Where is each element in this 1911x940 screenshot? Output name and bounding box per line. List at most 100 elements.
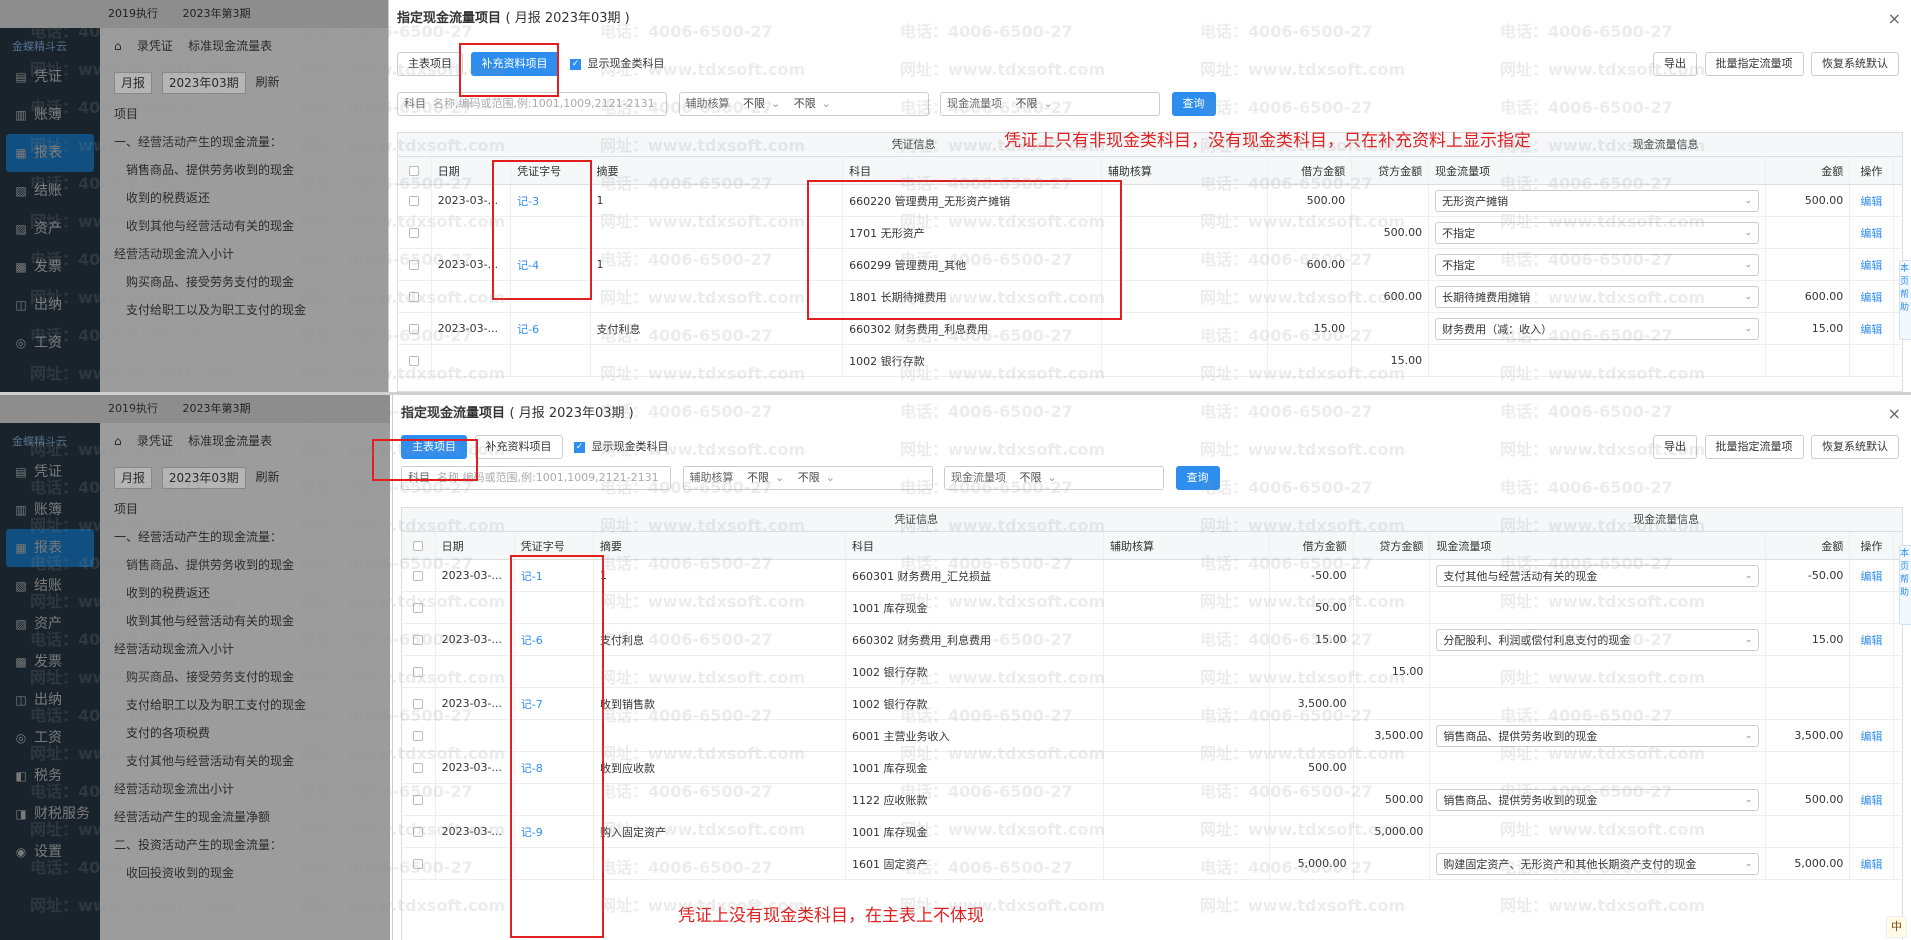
select-all-checkbox[interactable] xyxy=(413,540,424,551)
cell-debit: 600.00 xyxy=(1268,249,1353,280)
cell-vno xyxy=(511,345,591,376)
edit-link[interactable]: 编辑 xyxy=(1860,225,1882,241)
header-chk[interactable] xyxy=(402,532,436,559)
edit-link[interactable]: 编辑 xyxy=(1860,289,1882,305)
row-checkbox[interactable] xyxy=(413,698,424,709)
tab-main-items[interactable]: 主表项目 xyxy=(397,52,463,76)
row-checkbox[interactable] xyxy=(409,291,420,302)
cash-item-select[interactable]: 长期待摊费用摊销 ⌄ xyxy=(1435,285,1760,308)
cell-date: 2023-03-... xyxy=(436,560,515,591)
row-checkbox[interactable] xyxy=(409,195,420,206)
cash-item-select[interactable]: 财务费用（减：收入） ⌄ xyxy=(1435,317,1760,340)
cell-summary-text: 收到销售款 xyxy=(600,697,655,711)
bg-sidebar-label: 工资 xyxy=(34,730,62,746)
cash-item-filter[interactable]: 现金流量项 不限 ⌄ xyxy=(944,466,1164,490)
cash-item-filter[interactable]: 现金流量项 不限 ⌄ xyxy=(940,92,1160,116)
bg-report-row: 销售商品、提供劳务收到的现金 xyxy=(126,163,295,177)
restore-default-button[interactable]: 恢复系统默认 xyxy=(1811,435,1899,459)
cash-item-select[interactable]: 不指定 ⌄ xyxy=(1435,221,1760,244)
voucher-link[interactable]: 记-3 xyxy=(517,193,539,209)
batch-assign-button[interactable]: 批量指定流量项 xyxy=(1704,52,1804,76)
cell-subject: 660220 管理费用_无形资产摊销 xyxy=(843,185,1102,216)
edit-link[interactable]: 编辑 xyxy=(1860,792,1882,808)
voucher-link[interactable]: 记-6 xyxy=(517,321,539,337)
row-checkbox[interactable] xyxy=(413,794,424,805)
header-chk[interactable] xyxy=(398,157,432,184)
edit-link[interactable]: 编辑 xyxy=(1860,257,1882,273)
tab-supplement-items[interactable]: 补充资料项目 xyxy=(470,52,559,76)
edit-link[interactable]: 编辑 xyxy=(1860,728,1882,744)
help-side-tab[interactable]: 本页帮助 xyxy=(1899,260,1911,340)
cell-op: 编辑 xyxy=(1850,217,1894,248)
help-side-tab[interactable]: 本页帮助 xyxy=(1899,545,1911,625)
cash-item-select[interactable]: 销售商品、提供劳务收到的现金 ⌄ xyxy=(1436,788,1760,811)
cell-date xyxy=(432,281,512,312)
background-app: 金蝶精斗云 ▤ 凭证 ▥ 账簿 ▦ 报表 ▧ 结账 ▨ 资产 ▩ 发票 ◫ 出纳 ◎ 工资 ◧ 税务 ◨ 财税服务 ◉ 设… xyxy=(0,395,390,940)
cell-debit: 500.00 xyxy=(1270,752,1354,783)
cell-credit xyxy=(1354,688,1431,719)
voucher-link[interactable]: 记-7 xyxy=(521,696,543,712)
query-button[interactable]: 查询 xyxy=(1175,466,1220,490)
bg-sidebar-label: 税务 xyxy=(34,768,62,784)
cash-item-select[interactable]: 不指定 ⌄ xyxy=(1435,253,1760,276)
subject-filter[interactable]: 科目 名称,编码或范围,例:1001,1009,2121-2131 xyxy=(397,92,667,116)
chevron-down-icon: ⌄ xyxy=(775,471,785,484)
aux-filter[interactable]: 辅助核算 不限 ⌄ 不限 ⌄ xyxy=(678,92,929,116)
bg-sidebar-item: ◉ 设置 xyxy=(0,833,100,871)
edit-link[interactable]: 编辑 xyxy=(1860,568,1882,584)
menu-icon: ▩ xyxy=(15,655,27,669)
cash-item-select[interactable]: 购建固定资产、无形资产和其他长期资产支付的现金 ⌄ xyxy=(1436,852,1760,875)
cash-item-select[interactable]: 无形资产摊销 ⌄ xyxy=(1435,189,1760,212)
cash-item-select[interactable]: 支付其他与经营活动有关的现金 ⌄ xyxy=(1436,564,1760,587)
select-all-checkbox[interactable] xyxy=(409,165,420,176)
voucher-link[interactable]: 记-4 xyxy=(517,257,539,273)
batch-assign-button[interactable]: 批量指定流量项 xyxy=(1704,435,1804,459)
edit-link[interactable]: 编辑 xyxy=(1860,193,1882,209)
row-checkbox[interactable] xyxy=(413,634,424,645)
row-checkbox[interactable] xyxy=(413,602,424,613)
tab-main-items[interactable]: 主表项目 xyxy=(401,435,467,459)
voucher-link[interactable]: 记-8 xyxy=(521,760,543,776)
cell-date xyxy=(436,656,515,687)
export-button[interactable]: 导出 xyxy=(1653,435,1697,459)
edit-link[interactable]: 编辑 xyxy=(1860,856,1882,872)
row-checkbox[interactable] xyxy=(413,570,424,581)
close-icon[interactable]: × xyxy=(1888,395,1901,433)
row-checkbox[interactable] xyxy=(409,323,420,334)
row-checkbox[interactable] xyxy=(413,858,424,869)
tab-supplement-items[interactable]: 补充资料项目 xyxy=(474,435,563,459)
row-checkbox[interactable] xyxy=(409,227,420,238)
show-cash-checkbox[interactable]: ✓ xyxy=(574,441,585,453)
row-checkbox[interactable] xyxy=(413,826,424,837)
row-checkbox[interactable] xyxy=(413,730,424,741)
bg-year-selector: 2019执行 xyxy=(108,402,158,415)
cell-summary-text: 支付利息 xyxy=(600,633,644,647)
row-checkbox[interactable] xyxy=(413,762,424,773)
row-checkbox[interactable] xyxy=(413,666,424,677)
bg-report-row: 支付给职工以及为职工支付的现金 xyxy=(126,303,307,317)
row-checkbox[interactable] xyxy=(409,355,420,366)
edit-link[interactable]: 编辑 xyxy=(1860,321,1882,337)
export-button[interactable]: 导出 xyxy=(1653,52,1697,76)
voucher-link[interactable]: 记-9 xyxy=(521,824,543,840)
aux-filter[interactable]: 辅助核算 不限 ⌄ 不限 ⌄ xyxy=(682,466,933,490)
cash-item-select[interactable]: 分配股利、利润或偿付利息支付的现金 ⌄ xyxy=(1436,628,1760,651)
voucher-link[interactable]: 记-1 xyxy=(521,568,543,584)
ime-indicator[interactable]: 中 xyxy=(1886,916,1907,938)
edit-link[interactable]: 编辑 xyxy=(1860,632,1882,648)
restore-default-button[interactable]: 恢复系统默认 xyxy=(1811,52,1899,76)
close-icon[interactable]: × xyxy=(1888,0,1901,38)
cell-op: 编辑 xyxy=(1850,560,1894,591)
row-checkbox[interactable] xyxy=(409,259,420,270)
table-header-row: 日期 凭证字号 摘要 科目 辅助核算 借方金额 贷方金额 现金流量项 金额 操作 xyxy=(398,157,1902,185)
cash-item-value: 购建固定资产、无形资产和其他长期资产支付的现金 xyxy=(1443,857,1697,871)
cell-date-text: 2023-03-... xyxy=(437,258,499,271)
bg-report-row: 收到的税费返还 xyxy=(126,191,211,205)
subject-filter[interactable]: 科目 名称,编码或范围,例:1001,1009,2121-2131 xyxy=(401,466,671,490)
cell-summary: 1 xyxy=(591,249,844,280)
voucher-link[interactable]: 记-6 xyxy=(521,632,543,648)
cell-vno: 记-7 xyxy=(515,688,594,719)
cash-item-select[interactable]: 销售商品、提供劳务收到的现金 ⌄ xyxy=(1436,724,1760,747)
query-button[interactable]: 查询 xyxy=(1171,92,1216,116)
show-cash-checkbox[interactable]: ✓ xyxy=(570,58,581,70)
